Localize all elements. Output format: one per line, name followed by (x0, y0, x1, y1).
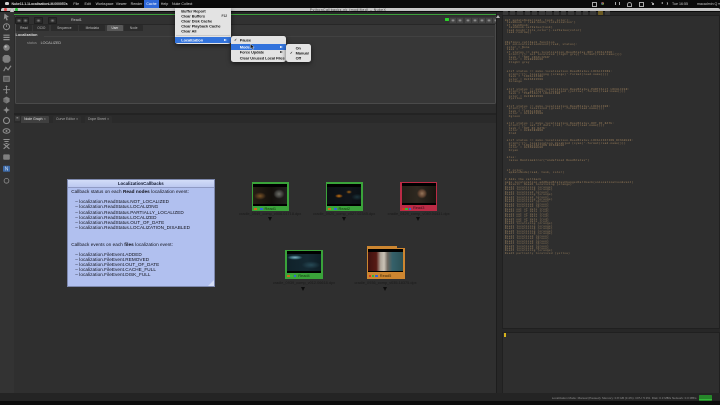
svg-text:N: N (5, 166, 9, 172)
